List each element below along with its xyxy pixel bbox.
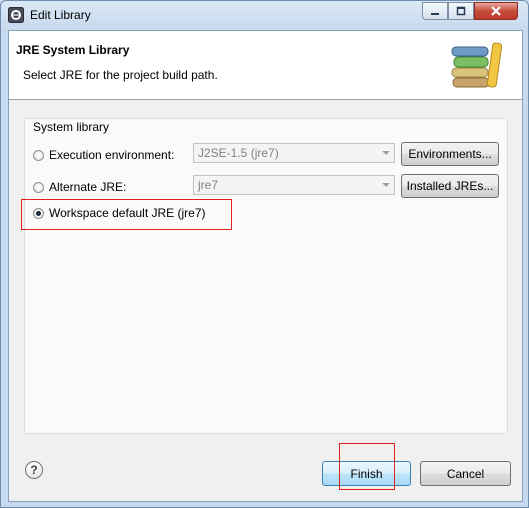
page-title: JRE System Library — [16, 43, 130, 57]
chevron-down-icon — [382, 183, 390, 187]
alternate-jre-option[interactable]: Alternate JRE: — [33, 180, 126, 194]
edit-library-dialog: Edit Library JRE System Library Select J… — [0, 0, 529, 508]
execution-environment-label: Execution environment: — [49, 148, 175, 162]
dialog-header: JRE System Library Select JRE for the pr… — [9, 31, 522, 100]
alternate-jre-combo[interactable]: jre7 — [193, 175, 395, 195]
minimize-button[interactable] — [422, 2, 448, 20]
library-books-icon — [451, 42, 502, 88]
close-button[interactable] — [474, 2, 518, 20]
execution-environment-combo[interactable]: J2SE-1.5 (jre7) — [193, 143, 395, 163]
minimize-icon — [431, 13, 439, 15]
dialog-client-area: JRE System Library Select JRE for the pr… — [8, 30, 523, 502]
window-title: Edit Library — [30, 8, 91, 22]
system-library-group-label: System library — [33, 120, 110, 134]
execution-environment-option[interactable]: Execution environment: — [33, 148, 174, 162]
highlight-box-finish — [339, 443, 395, 490]
page-description: Select JRE for the project build path. — [23, 68, 218, 82]
execution-environment-radio[interactable] — [33, 149, 44, 161]
execution-environment-combo-value: J2SE-1.5 (jre7) — [198, 146, 279, 160]
alternate-jre-label: Alternate JRE: — [49, 180, 127, 194]
help-icon[interactable]: ? — [25, 461, 43, 479]
installed-jres-button[interactable]: Installed JREs... — [401, 174, 499, 198]
highlight-box-workspace-default — [21, 199, 232, 230]
chevron-down-icon — [382, 151, 390, 155]
maximize-button[interactable] — [448, 2, 474, 20]
alternate-jre-combo-value: jre7 — [198, 178, 219, 192]
cancel-button[interactable]: Cancel — [420, 461, 511, 486]
close-icon — [491, 6, 501, 16]
maximize-icon — [456, 6, 466, 16]
environments-button[interactable]: Environments... — [401, 142, 499, 166]
eclipse-app-icon — [8, 7, 24, 23]
title-bar[interactable]: Edit Library — [1, 1, 528, 29]
alternate-jre-radio[interactable] — [33, 181, 44, 193]
